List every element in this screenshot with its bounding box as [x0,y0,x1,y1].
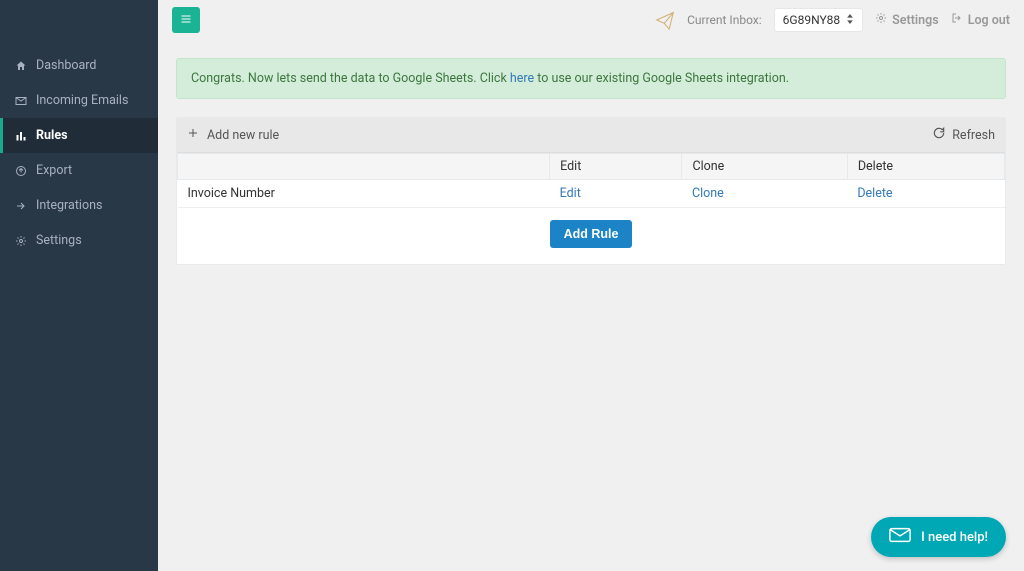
gear-icon [14,234,28,248]
refresh-label: Refresh [952,128,995,143]
bars-icon [14,129,28,143]
col-delete: Delete [847,154,1004,180]
sidebar-item-label: Export [36,163,72,178]
alert-text-after: to use our existing Google Sheets integr… [534,71,789,86]
add-new-rule-label: Add new rule [207,128,279,143]
sort-caret-icon [846,13,854,27]
envelope-icon [14,94,28,108]
panel-toolbar: Add new rule Refresh [177,118,1005,153]
rules-table: Edit Clone Delete Invoice Number Edit Cl… [177,153,1005,208]
sidebar-item-label: Integrations [36,198,102,213]
sidebar-item-dashboard[interactable]: Dashboard [0,48,158,83]
settings-link-label: Settings [892,13,939,28]
sidebar-item-rules[interactable]: Rules [0,118,158,153]
sidebar-item-export[interactable]: Export [0,153,158,188]
paper-plane-icon [655,10,675,30]
add-new-rule-action[interactable]: Add new rule [187,127,279,143]
settings-link[interactable]: Settings [875,12,939,28]
col-edit: Edit [550,154,682,180]
sidebar-item-integrations[interactable]: Integrations [0,188,158,223]
alert-link-here[interactable]: here [510,71,534,86]
envelope-icon [889,527,911,547]
delete-link[interactable]: Delete [857,186,892,201]
circle-arrow-icon [14,164,28,178]
table-header-row: Edit Clone Delete [178,154,1005,180]
hamburger-icon [180,13,192,28]
sidebar-item-incoming-emails[interactable]: Incoming Emails [0,83,158,118]
content: Congrats. Now lets send the data to Goog… [158,40,1024,571]
table-row: Invoice Number Edit Clone Delete [178,180,1005,208]
sidebar-item-label: Settings [36,233,82,248]
sidebar: Dashboard Incoming Emails Rules Export I… [0,0,158,571]
alert-text-before: Congrats. Now lets send the data to Goog… [191,71,510,86]
edit-link[interactable]: Edit [560,186,581,201]
sidebar-item-label: Rules [36,128,68,143]
col-clone: Clone [682,154,847,180]
col-name [178,154,550,180]
sidebar-item-settings[interactable]: Settings [0,223,158,258]
menu-toggle-button[interactable] [172,7,200,33]
home-icon [14,59,28,73]
gear-icon [875,12,887,28]
rules-panel: Add new rule Refresh Edit Clone Delete [176,117,1006,265]
refresh-action[interactable]: Refresh [932,126,995,144]
arrow-right-icon [14,199,28,213]
logout-link[interactable]: Log out [951,12,1010,28]
logout-icon [951,12,963,28]
sidebar-item-label: Dashboard [36,58,96,73]
inbox-select-value: 6G89NY88 [783,13,841,27]
add-rule-button[interactable]: Add Rule [550,220,633,248]
cell-rule-name: Invoice Number [178,180,550,208]
refresh-icon [932,126,946,144]
sidebar-item-label: Incoming Emails [36,93,128,108]
help-widget-label: I need help! [921,530,988,545]
inbox-select[interactable]: 6G89NY88 [774,8,864,32]
clone-link[interactable]: Clone [692,186,724,201]
help-widget[interactable]: I need help! [871,517,1006,557]
success-alert: Congrats. Now lets send the data to Goog… [176,58,1006,99]
topbar: Current Inbox: 6G89NY88 Settings Log out [158,0,1024,40]
add-rule-wrap: Add Rule [177,208,1005,264]
current-inbox-label: Current Inbox: [687,13,762,27]
logout-link-label: Log out [968,13,1010,28]
plus-icon [187,127,199,143]
sidebar-spacer [0,0,158,48]
